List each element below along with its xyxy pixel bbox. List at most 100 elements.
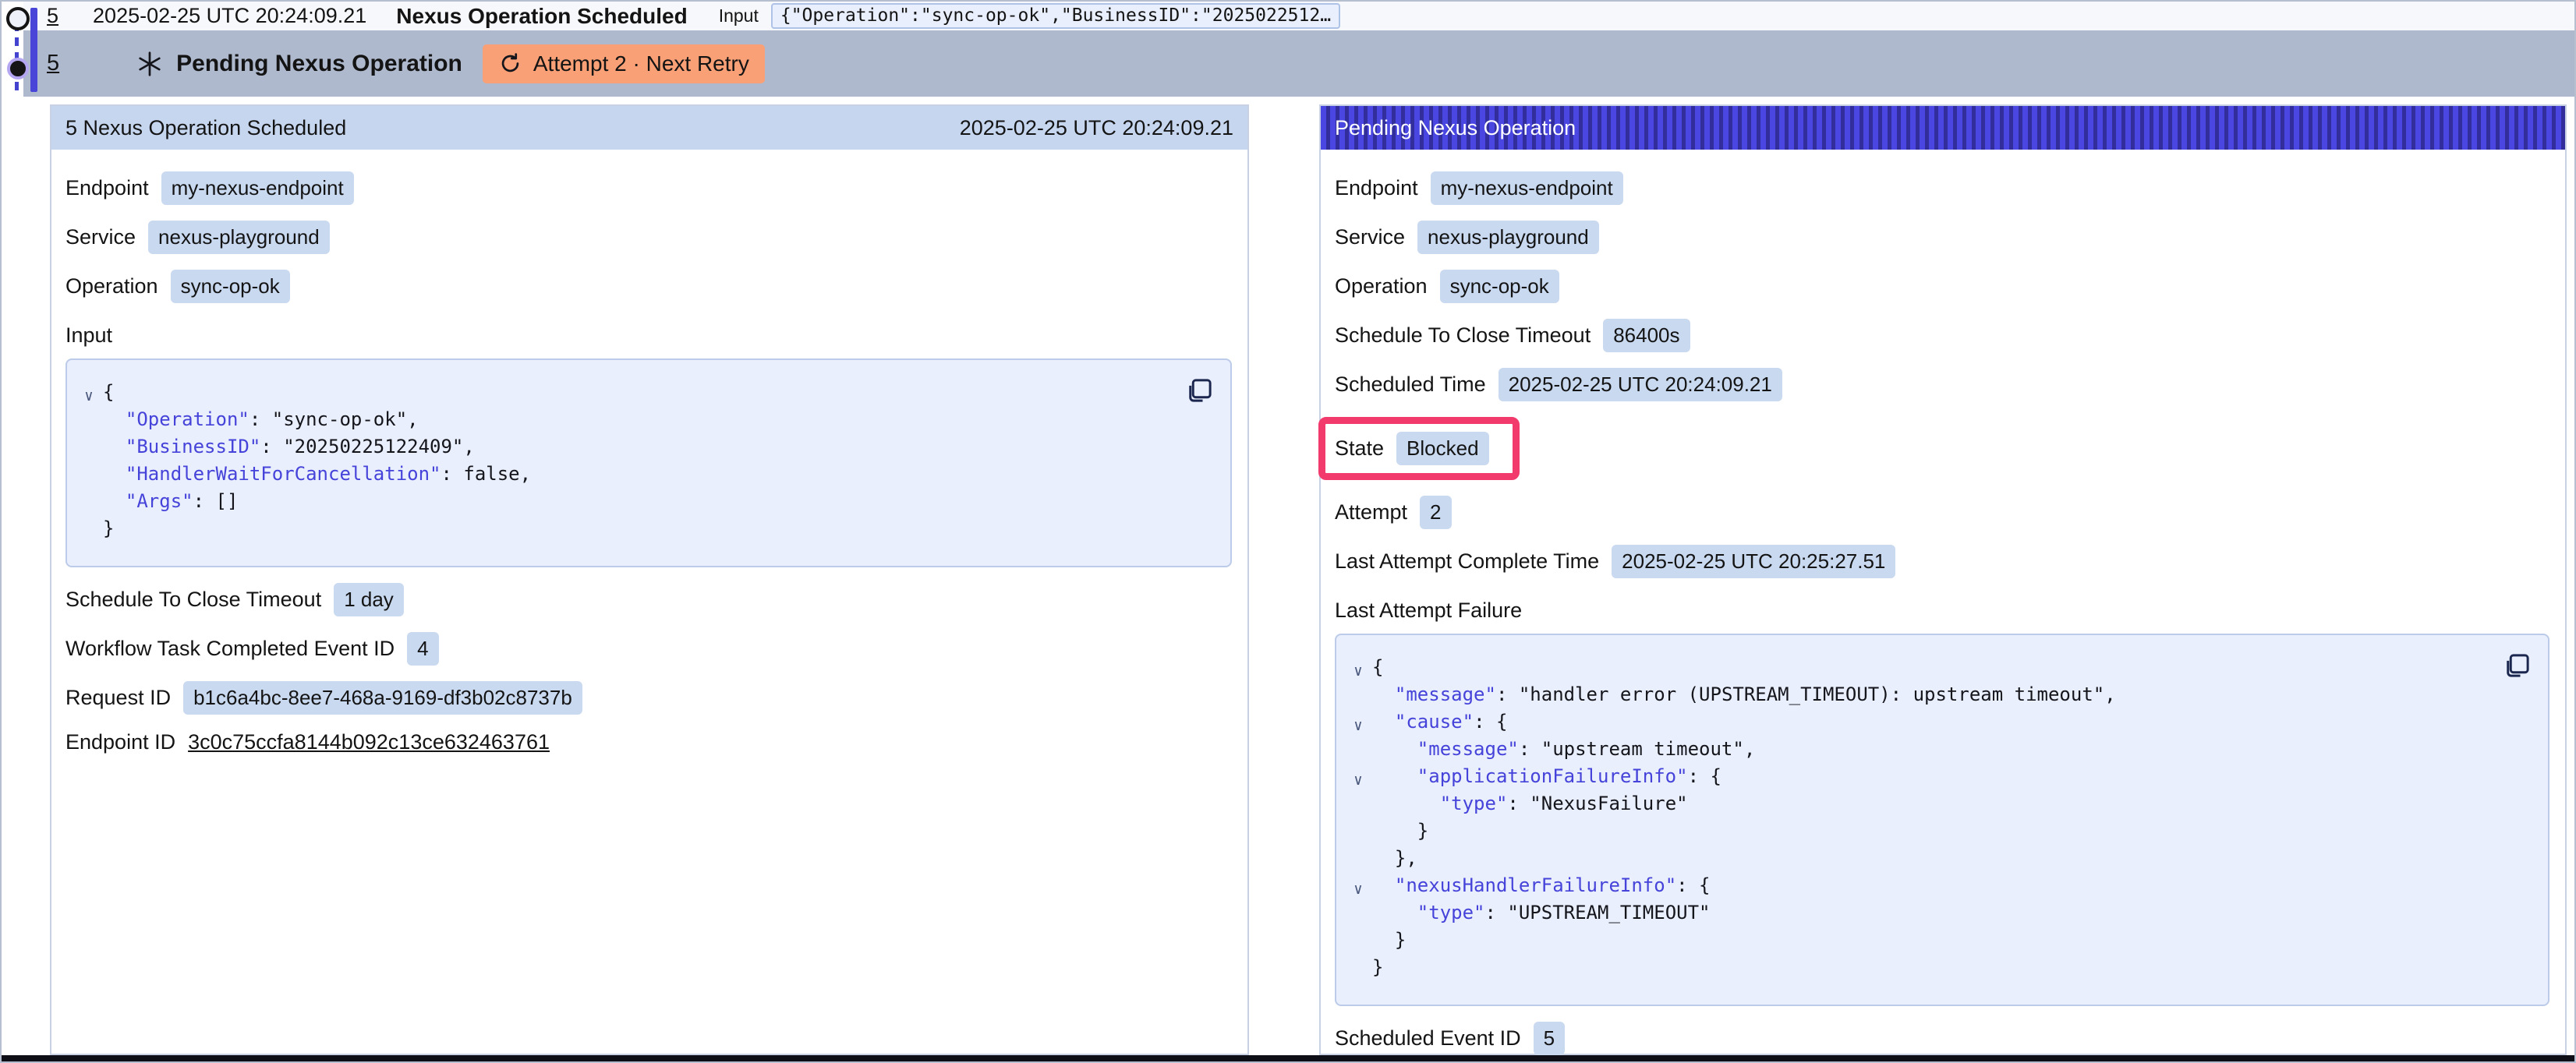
field-value-badge: 2025-02-25 UTC 20:25:27.51 [1612,545,1895,578]
code-gutter [75,519,103,546]
retry-badge-label: Attempt 2 · Next Retry [533,51,749,76]
code-line-text: "Args": [] [103,488,238,515]
pending-operation-panel: Pending Nexus Operation Endpoint my-nexus… [1319,104,2567,1055]
code-line-text: } [1372,927,1406,954]
pending-id-link[interactable]: 5 [47,51,59,76]
asterisk-icon [136,50,164,78]
chevron-down-icon[interactable]: ∨ [1344,876,1372,903]
event-detail-header: 5 Nexus Operation Scheduled 2025-02-25 U… [51,106,1247,150]
retry-status-badge: Attempt 2 · Next Retry [483,44,765,83]
field-row: Workflow Task Completed Event ID4 [65,632,1232,666]
code-line-text: "message": "handler error (UPSTREAM_TIME… [1372,681,2116,708]
field-row: Endpoint my-nexus-endpoint [1335,171,2549,205]
pending-panel-header-title: Pending Nexus Operation [1335,116,1576,140]
pending-operation-row: 5 Pending Nexus Operation Attempt 2 · Ne… [23,30,2574,97]
field-label: Workflow Task Completed Event ID [65,637,395,661]
field-value-badge: nexus-playground [148,221,330,254]
chevron-down-icon[interactable]: ∨ [1344,712,1372,740]
field-row: Endpoint my-nexus-endpoint [65,171,1232,205]
field-label: Request ID [65,686,171,710]
code-gutter [1344,740,1372,767]
field-value-badge: b1c6a4bc-8ee7-468a-9169-df3b02c8737b [183,681,582,715]
code-gutter [75,464,103,492]
code-gutter [1344,685,1372,712]
code-line-text: "type": "NexusFailure" [1372,790,1688,818]
event-row-scheduled: 5 2025-02-25 UTC 20:24:09.21 Nexus Opera… [23,2,2574,30]
field-label: Operation [1335,274,1428,298]
chevron-down-icon[interactable]: ∨ [1344,658,1372,685]
code-line-text: } [1372,954,1383,981]
window-bottom-edge [2,1055,2574,1061]
code-line-text: "message": "upstream timeout", [1372,736,1755,763]
code-gutter [1344,794,1372,821]
field-label: Service [65,225,136,249]
code-line-text: "Operation": "sync-op-ok", [103,406,419,433]
field-label: Schedule To Close Timeout [65,588,321,612]
endpoint-id-label: Endpoint ID [65,730,175,754]
annotation-highlight-state: State Blocked [1318,417,1520,480]
scheduled-event-id-label: Scheduled Event ID [1335,1026,1521,1051]
scheduled-event-id-row: Scheduled Event ID 5 [1335,1022,2549,1055]
code-line-text: "nexusHandlerFailureInfo": { [1372,872,1711,899]
field-row: Service nexus-playground [65,221,1232,254]
field-value-badge: my-nexus-endpoint [1431,171,1623,205]
event-detail-panel: 5 Nexus Operation Scheduled 2025-02-25 U… [50,104,1249,1055]
field-label: Endpoint [65,176,149,200]
code-gutter [1344,821,1372,849]
field-label: Service [1335,225,1405,249]
field-row: Request ID b1c6a4bc-8ee7-468a-9169-df3b02… [65,681,1232,715]
code-line-text: "BusinessID": "20250225122409", [103,433,475,461]
endpoint-id-link[interactable]: 3c0c75ccfa8144b092c13ce632463761 [188,730,550,754]
timeline-active-bar [30,8,37,92]
field-label: Attempt [1335,500,1407,524]
field-value-badge: 1 day [334,583,404,616]
failure-section-label: Last Attempt Failure [1335,599,2549,623]
event-title: Nexus Operation Scheduled [396,4,687,29]
pending-panel-header: Pending Nexus Operation [1321,106,2565,150]
field-row: Schedule To Close Timeout 1 day [65,583,1232,616]
code-gutter [1344,903,1372,931]
timeline-filled-circle-icon [7,58,29,79]
workflow-history-view: 5 2025-02-25 UTC 20:24:09.21 Nexus Opera… [0,0,2576,1063]
code-line-text: "HandlerWaitForCancellation": false, [103,461,531,488]
field-value-badge: nexus-playground [1417,221,1599,254]
field-label: Operation [65,274,158,298]
code-line-text: }, [1372,845,1417,872]
event-id-link[interactable]: 5 [47,4,58,28]
field-row: Attempt 2 [1335,496,2549,529]
field-label: Scheduled Time [1335,373,1486,397]
event-detail-body: Endpoint my-nexus-endpoint Service nexus-pl… [51,150,1247,754]
input-mini-label: Input [719,5,759,26]
field-value-badge: 2025-02-25 UTC 20:24:09.21 [1499,368,1782,401]
field-row: Last Attempt Complete Time 2025-02-25 UTC… [1335,545,2549,578]
field-row: Schedule To Close Timeout86400s [1335,319,2549,352]
code-line-text: { [1372,654,1383,681]
input-preview-snippet[interactable]: {"Operation":"sync-op-ok","BusinessID":"… [771,3,1340,29]
code-line-text: } [103,515,114,542]
input-section-label: Input [65,323,1232,348]
code-line-text: "type": "UPSTREAM_TIMEOUT" [1372,899,1710,927]
chevron-down-icon[interactable]: ∨ [1344,767,1372,794]
chevron-down-icon[interactable]: ∨ [75,383,103,410]
timeline-open-circle-icon [6,7,30,30]
event-detail-header-title: 5 Nexus Operation Scheduled [65,116,346,140]
code-gutter [75,492,103,519]
field-value-badge: sync-op-ok [1440,270,1559,303]
copy-icon[interactable] [2501,648,2534,683]
state-value-badge: Blocked [1396,432,1489,465]
code-line-text: } [1372,818,1428,845]
field-label: Endpoint [1335,176,1418,200]
retry-icon [498,51,522,76]
field-row: Service nexus-playground [1335,221,2549,254]
field-label: Last Attempt Complete Time [1335,549,1599,574]
code-gutter [1344,931,1372,958]
code-line-text: "applicationFailureInfo": { [1372,763,1721,790]
field-value-badge: 2 [1420,496,1451,529]
copy-icon[interactable] [1184,373,1216,408]
code-line-text: "cause": { [1372,708,1507,736]
event-timestamp: 2025-02-25 UTC 20:24:09.21 [93,4,366,28]
event-detail-header-time: 2025-02-25 UTC 20:24:09.21 [960,116,1233,140]
endpoint-id-row: Endpoint ID 3c0c75ccfa8144b092c13ce63246… [65,730,1232,754]
field-value-badge: my-nexus-endpoint [161,171,354,205]
pending-title: Pending Nexus Operation [176,51,462,77]
